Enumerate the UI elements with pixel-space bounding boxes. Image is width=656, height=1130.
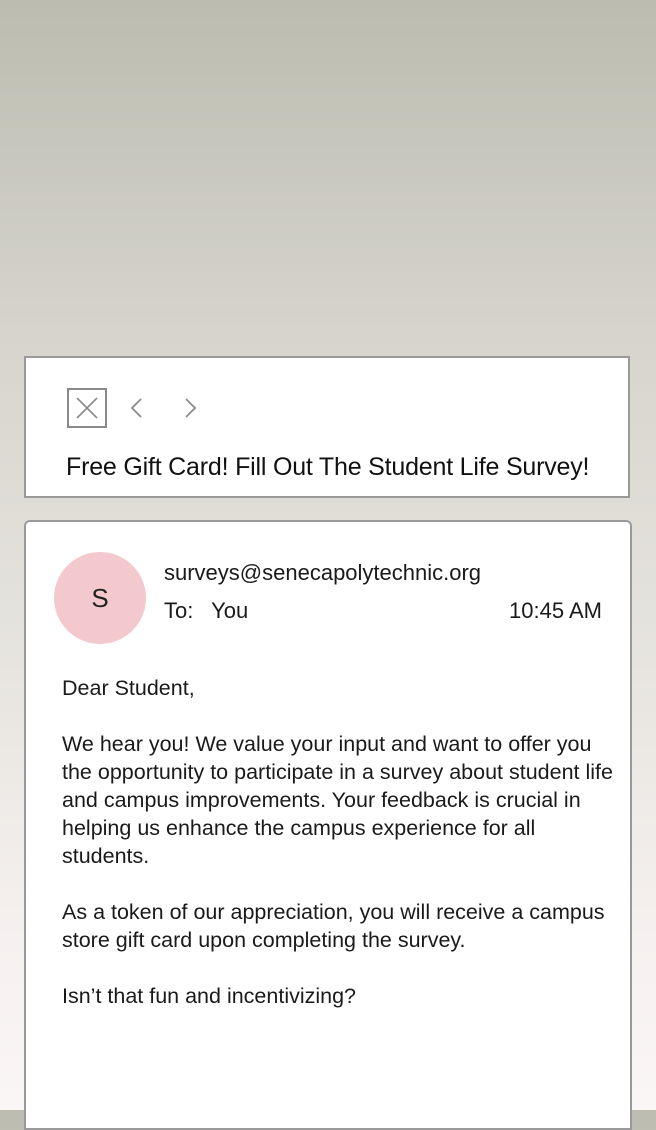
close-button[interactable] (67, 388, 107, 428)
previous-email-button[interactable] (123, 394, 151, 422)
chevron-right-icon (185, 398, 197, 418)
body-paragraph: We hear you! We value your input and wan… (62, 732, 613, 868)
recipient-name: You (211, 598, 249, 623)
email-message-card: S surveys@senecapolytechnic.org To: You … (24, 520, 632, 1130)
email-body: Dear Student, We hear you! We value your… (62, 674, 622, 1038)
email-subject: Free Gift Card! Fill Out The Student Lif… (66, 453, 590, 481)
sender-avatar: S (54, 552, 146, 644)
close-icon (76, 397, 98, 419)
to-label: To: (164, 598, 194, 623)
sender-address[interactable]: surveys@senecapolytechnic.org (164, 560, 481, 586)
next-email-button[interactable] (176, 394, 204, 422)
body-paragraph: As a token of our appreciation, you will… (62, 900, 605, 952)
recipient-row: To: You (164, 598, 248, 624)
email-header-card: Free Gift Card! Fill Out The Student Lif… (24, 356, 630, 498)
body-paragraph: Dear Student, (62, 676, 195, 700)
chevron-left-icon (130, 398, 142, 418)
email-timestamp: 10:45 AM (509, 598, 602, 623)
body-paragraph: Isn’t that fun and incentivizing? (62, 984, 357, 1008)
avatar-initial: S (91, 582, 109, 613)
